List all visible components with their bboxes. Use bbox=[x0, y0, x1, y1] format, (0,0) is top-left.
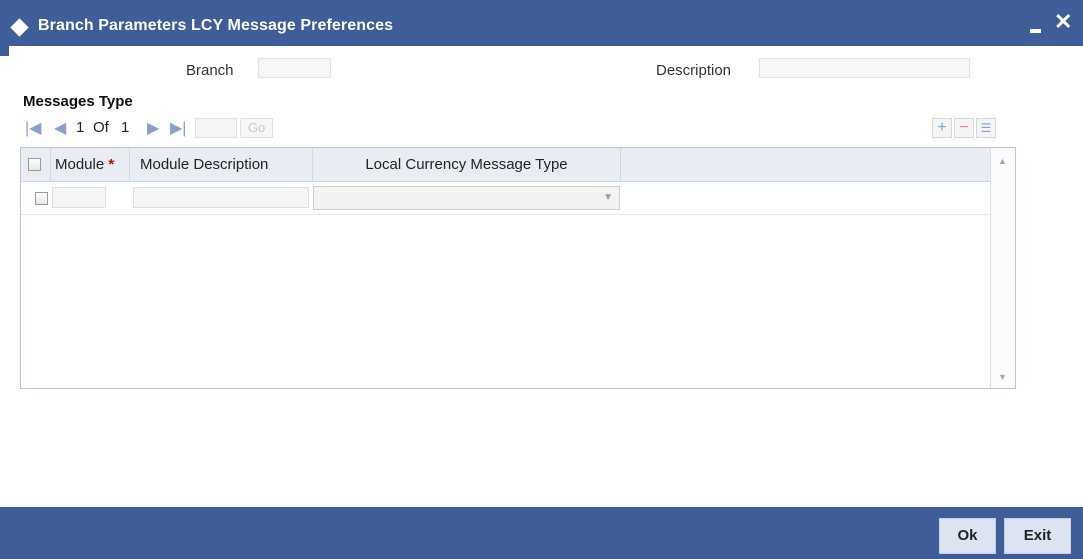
branch-input[interactable] bbox=[258, 58, 331, 78]
header-module-description[interactable]: Module Description bbox=[130, 148, 313, 181]
header-select-cell bbox=[21, 148, 51, 181]
grid-navigation-bar: |◀ ◀ 1 Of 1 ▶ ▶| Go + − ☰ bbox=[20, 116, 1016, 140]
messages-type-grid: Module * Module Description Local Curren… bbox=[20, 147, 1016, 389]
go-button[interactable]: Go bbox=[240, 118, 273, 138]
last-page-icon[interactable]: ▶| bbox=[170, 118, 186, 138]
current-page: 1 bbox=[76, 119, 85, 136]
scroll-up-icon[interactable]: ▲ bbox=[998, 156, 1007, 166]
branch-label: Branch bbox=[186, 62, 234, 79]
scroll-down-icon[interactable]: ▼ bbox=[998, 372, 1007, 382]
section-title-messages-type: Messages Type bbox=[23, 93, 133, 110]
close-button[interactable]: ✕ bbox=[1054, 11, 1072, 33]
first-page-icon[interactable]: |◀ bbox=[25, 118, 41, 138]
exit-button[interactable]: Exit bbox=[1004, 518, 1071, 554]
header-lcy-message-type[interactable]: Local Currency Message Type bbox=[313, 148, 621, 181]
add-row-icon[interactable]: + bbox=[932, 118, 952, 138]
header-module-label: Module bbox=[55, 156, 105, 173]
lcy-message-type-select[interactable]: ▼ bbox=[313, 186, 620, 210]
chevron-down-icon: ▼ bbox=[603, 192, 613, 203]
window-title: Branch Parameters LCY Message Preference… bbox=[38, 17, 394, 34]
footer-bar: Ok Exit bbox=[0, 507, 1083, 559]
grid-header: Module * Module Description Local Curren… bbox=[21, 148, 993, 182]
table-row: ▼ bbox=[21, 182, 993, 215]
required-marker: * bbox=[108, 156, 115, 173]
select-all-checkbox[interactable] bbox=[28, 158, 41, 171]
header-module[interactable]: Module * bbox=[51, 148, 130, 181]
module-description-input[interactable] bbox=[133, 187, 309, 208]
total-pages: 1 bbox=[121, 119, 130, 136]
prev-page-icon[interactable]: ◀ bbox=[54, 118, 66, 138]
single-view-icon[interactable]: ☰ bbox=[976, 118, 996, 138]
description-input[interactable] bbox=[759, 58, 970, 78]
delete-row-icon[interactable]: − bbox=[954, 118, 974, 138]
module-input[interactable] bbox=[52, 187, 106, 208]
diamond-icon bbox=[10, 18, 29, 37]
page-number-input[interactable] bbox=[195, 118, 237, 138]
of-label: Of bbox=[93, 119, 109, 136]
ok-button[interactable]: Ok bbox=[939, 518, 996, 554]
next-page-icon[interactable]: ▶ bbox=[147, 118, 159, 138]
minimize-button[interactable] bbox=[1030, 29, 1041, 33]
grid-scrollbar[interactable]: ▲ ▼ bbox=[990, 148, 1015, 388]
row-checkbox[interactable] bbox=[35, 192, 48, 205]
description-label: Description bbox=[656, 62, 732, 79]
